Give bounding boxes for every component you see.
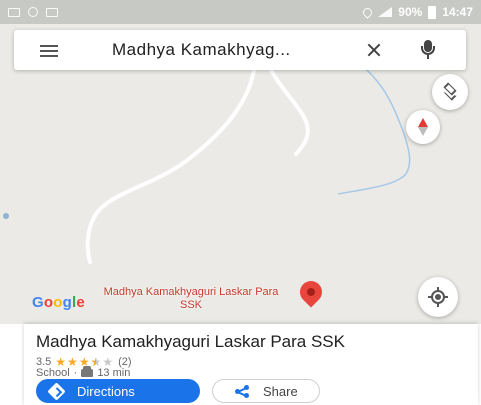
directions-icon: [47, 381, 66, 401]
sync-icon: [28, 7, 38, 17]
directions-label: Directions: [77, 383, 135, 399]
menu-icon[interactable]: [40, 41, 64, 59]
category-row: School · 13 min: [36, 366, 131, 379]
directions-button[interactable]: Directions: [36, 379, 200, 403]
layers-button[interactable]: [432, 74, 468, 110]
search-bar[interactable]: Madhya Kamakhyag...: [14, 30, 466, 70]
place-title: Madhya Kamakhyaguri Laskar Para SSK: [36, 332, 345, 351]
my-location-icon: [428, 287, 448, 307]
search-input[interactable]: Madhya Kamakhyag...: [112, 40, 340, 60]
clock: 14:47: [442, 5, 473, 19]
share-label: Share: [263, 383, 298, 399]
car-icon: [81, 366, 94, 377]
battery-icon: [428, 5, 437, 19]
layers-icon: [443, 82, 457, 101]
close-icon[interactable]: [364, 40, 384, 60]
system-icons: 90% 14:47: [361, 5, 473, 19]
separator: ·: [73, 367, 78, 379]
signal-icon: [378, 7, 393, 17]
location-status-icon: [361, 5, 375, 19]
place-sheet[interactable]: Madhya Kamakhyaguri Laskar Para SSK 3.5 …: [24, 324, 478, 405]
place-pin-icon[interactable]: [295, 276, 327, 315]
status-bar: 90% 14:47: [0, 0, 481, 24]
maps-screen: 90% 14:47 Madhya Kamakhyag... Madhya Kam…: [0, 0, 481, 405]
message-icon: [46, 7, 58, 17]
road-main: [85, 62, 257, 264]
google-logo: Google: [32, 294, 85, 311]
place-category: School: [36, 367, 70, 379]
compass-button[interactable]: [406, 110, 440, 144]
gallery-icon: [8, 7, 20, 17]
battery-percent: 90%: [398, 5, 423, 19]
share-icon: [235, 385, 249, 398]
map-marker-edge: [3, 213, 9, 219]
share-button[interactable]: Share: [212, 379, 320, 403]
compass-icon: [418, 118, 428, 136]
mic-icon[interactable]: [420, 40, 436, 60]
my-location-button[interactable]: [418, 277, 458, 317]
map-place-label[interactable]: Madhya Kamakhyaguri Laskar Para SSK: [96, 286, 286, 312]
river: [337, 63, 411, 195]
drive-time: 13 min: [97, 367, 131, 379]
notification-icons: [8, 7, 58, 17]
road-branch: [266, 62, 310, 156]
